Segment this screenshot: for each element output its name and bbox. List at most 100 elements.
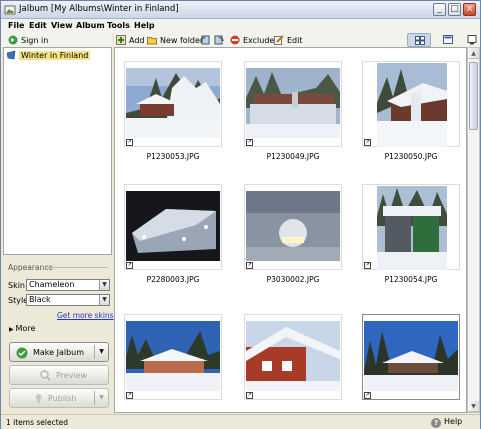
- menu-album[interactable]: Album: [76, 21, 105, 30]
- appearance-panel: Appearance Skin Chameleon ▼ Style Black …: [3, 257, 114, 413]
- menu-edit[interactable]: Edit: [29, 21, 47, 30]
- edit-button[interactable]: Edit: [274, 35, 303, 45]
- menu-file[interactable]: File: [8, 21, 24, 30]
- tree-item-label: Winter in Finland: [19, 51, 91, 60]
- menu-tools[interactable]: Tools: [107, 21, 130, 30]
- thumbnail-name: P1230054.JPG: [384, 275, 438, 284]
- image-thumbnail[interactable]: ↗ P2280003.JPG: [124, 184, 222, 294]
- thumbnail-frame: [244, 61, 342, 147]
- album-tree: Winter in Finland: [3, 47, 112, 255]
- jalbum-app-icon: [4, 5, 16, 15]
- make-album-button[interactable]: Make Jalbum ▼: [9, 342, 109, 362]
- tree-item-winter-in-finland[interactable]: Winter in Finland: [6, 50, 91, 60]
- thumbnail-name: P1230053.JPG: [146, 152, 200, 161]
- new-folder-button[interactable]: New folder: [147, 35, 203, 45]
- menu-help[interactable]: Help: [134, 21, 155, 30]
- thumbnail-name: P3030002.JPG: [266, 275, 320, 284]
- shortcut-icon: ↗: [126, 139, 133, 146]
- magnifier-icon: [40, 370, 51, 381]
- rotate-right-button[interactable]: [214, 35, 227, 45]
- grid-view-icon: [415, 36, 425, 45]
- shortcut-icon: ↗: [126, 262, 133, 269]
- thumbnail-frame: [362, 314, 460, 400]
- publish-label: Publish: [48, 394, 77, 403]
- add-label: Add: [129, 36, 145, 45]
- image-thumbnail[interactable]: ↗ P1230050.JPG: [362, 61, 460, 171]
- sign-in-label: Sign in: [21, 36, 49, 45]
- maximize-button[interactable]: □: [448, 3, 461, 16]
- house-trees-winter-photo: [364, 321, 458, 391]
- exclude-label: Exclude: [243, 36, 275, 45]
- scroll-up-icon[interactable]: ▲: [468, 48, 479, 59]
- chevron-down-icon[interactable]: ▼: [94, 345, 108, 359]
- shortcut-icon: ↗: [364, 392, 371, 399]
- main-toolbar: Add New folder Exclude Edit: [114, 33, 480, 47]
- scrollbar-thumb[interactable]: [469, 62, 478, 130]
- publish-icon: [35, 394, 42, 403]
- left-toolbar: Sign in: [1, 33, 112, 47]
- shortcut-icon: ↗: [246, 262, 253, 269]
- more-label: More: [15, 324, 36, 333]
- image-thumbnail[interactable]: ↗ P1230053.JPG: [124, 61, 222, 171]
- make-album-label: Make Jalbum: [33, 348, 85, 357]
- thumbnail-view-button[interactable]: [407, 33, 431, 47]
- close-button[interactable]: ×: [463, 3, 476, 16]
- add-icon: [116, 35, 126, 45]
- skin-select[interactable]: Chameleon ▼: [26, 279, 110, 291]
- thumbnail-frame: [124, 61, 222, 147]
- sign-in-button[interactable]: Sign in: [8, 35, 48, 45]
- chevron-down-icon[interactable]: ▼: [99, 280, 109, 290]
- red-house-snow-roof-photo: [246, 321, 340, 391]
- preview-label: Preview: [56, 371, 88, 380]
- edit-label: Edit: [287, 36, 303, 45]
- preview-pane-icon: [467, 35, 477, 45]
- snow-night-lights-photo: [126, 191, 220, 261]
- houses-winter-photo: [126, 321, 220, 391]
- shortcut-icon: ↗: [364, 139, 371, 146]
- chevron-down-icon[interactable]: ▼: [99, 295, 109, 305]
- new-folder-label: New folder: [160, 36, 204, 45]
- thumbnail-name: P1230049.JPG: [266, 152, 320, 161]
- shortcut-icon: ↗: [246, 139, 253, 146]
- skin-label: Skin: [8, 281, 26, 290]
- title-bar[interactable]: Jalbum [My Albums\Winter in Finland] _ □…: [1, 1, 480, 19]
- scroll-down-icon[interactable]: ▼: [468, 401, 479, 412]
- list-view-icon: [443, 35, 453, 44]
- chimney-snow-photo: [377, 63, 447, 147]
- thumbnail-frame: [244, 184, 342, 270]
- help-button[interactable]: ? Help: [431, 417, 462, 428]
- selection-status: 1 items selected: [6, 418, 69, 427]
- section-divider: [43, 267, 108, 268]
- shortcut-icon: ↗: [364, 262, 371, 269]
- chevron-down-icon[interactable]: ▼: [94, 391, 108, 405]
- add-button[interactable]: Add: [116, 35, 145, 45]
- snow-lantern-photo: [246, 191, 340, 261]
- image-thumbnail[interactable]: ↗ P1230054.JPG: [362, 184, 460, 294]
- snowy-house-photo: [126, 68, 220, 138]
- more-toggle[interactable]: ▶ More: [9, 324, 35, 333]
- thumbnail-frame: [124, 314, 222, 400]
- thumbnail-name: P1230050.JPG: [384, 152, 438, 161]
- image-thumbnail[interactable]: ↗ P1230049.JPG: [244, 61, 342, 171]
- rotate-left-button[interactable]: [200, 35, 213, 45]
- publish-button[interactable]: Publish ▼: [9, 388, 109, 408]
- style-select[interactable]: Black ▼: [26, 294, 110, 306]
- image-thumbnail[interactable]: ↗: [244, 314, 342, 412]
- vertical-scrollbar[interactable]: ▲ ▼: [467, 47, 480, 413]
- menu-view[interactable]: View: [51, 21, 73, 30]
- preview-button[interactable]: Preview: [9, 365, 109, 385]
- image-thumbnail-selected[interactable]: ↗: [362, 314, 460, 412]
- list-view-button[interactable]: [436, 33, 460, 47]
- exclude-button[interactable]: Exclude: [230, 35, 274, 45]
- image-thumbnail[interactable]: ↗ P3030002.JPG: [244, 184, 342, 294]
- rotate-right-icon: [214, 35, 224, 45]
- minimize-button[interactable]: _: [433, 3, 446, 16]
- image-thumbnail[interactable]: ↗: [124, 314, 222, 412]
- status-bar: 1 items selected ? Help: [1, 414, 480, 429]
- help-label: Help: [444, 417, 463, 426]
- thumbnail-frame: [362, 184, 460, 270]
- thumbnail-frame: [362, 61, 460, 147]
- help-icon: ?: [431, 418, 441, 428]
- get-more-skins-link[interactable]: Get more skins: [57, 311, 114, 320]
- preview-view-button[interactable]: [460, 33, 481, 47]
